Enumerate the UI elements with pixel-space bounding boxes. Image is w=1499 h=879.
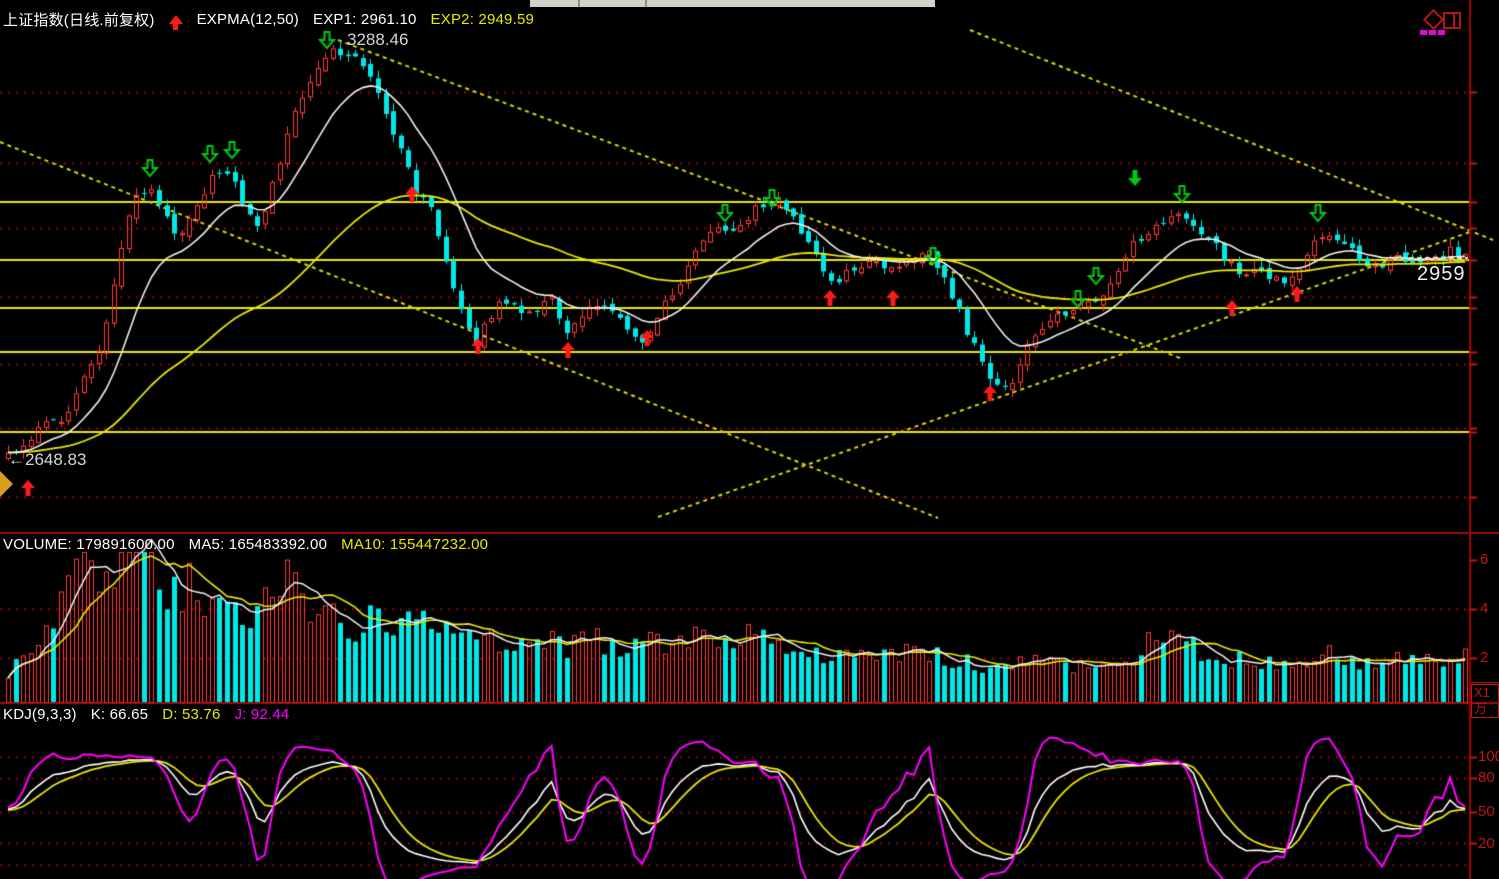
volume-axis-tick: 6 <box>1480 551 1488 568</box>
low-price-label: ←2648.83 <box>8 450 86 470</box>
exp1-value-label: EXP1: 2961.10 <box>313 11 417 28</box>
kdj-axis-tick: 100 <box>1478 748 1499 765</box>
price-legend: 上证指数(日线.前复权) EXPMA(12,50) EXP1: 2961.10 … <box>3 9 534 30</box>
magenta-dash-icon <box>1420 30 1427 35</box>
volume-ma5-label: MA5: 165483392.00 <box>189 536 328 553</box>
window-titlebar-fragment <box>530 0 935 7</box>
candlestick-chart-canvas[interactable] <box>0 0 1499 879</box>
magenta-dash-icon <box>1429 30 1436 35</box>
magenta-dash-icon <box>1438 30 1445 35</box>
kdj-axis-tick: 50 <box>1478 803 1495 820</box>
volume-value-label[interactable]: VOLUME: 179891600.00 <box>3 536 175 553</box>
exp2-value-label: EXP2: 2949.59 <box>431 11 535 28</box>
kdj-axis-tick: 20 <box>1478 835 1495 852</box>
volume-axis-tick: 2 <box>1480 649 1488 666</box>
titlebar-divider <box>578 0 580 7</box>
kdj-indicator-label[interactable]: KDJ(9,3,3) <box>3 706 77 723</box>
volume-axis-tick: 4 <box>1480 600 1488 617</box>
stock-chart-app: 上证指数(日线.前复权) EXPMA(12,50) EXP1: 2961.10 … <box>0 0 1499 879</box>
volume-legend: VOLUME: 179891600.00 MA5: 165483392.00 M… <box>3 536 488 553</box>
kdj-k-label: K: 66.65 <box>91 706 148 723</box>
kdj-j-label: J: 92.44 <box>235 706 290 723</box>
chart-title: 上证指数(日线.前复权) <box>3 9 155 30</box>
kdj-d-label: D: 53.76 <box>162 706 220 723</box>
titlebar-divider <box>645 0 647 7</box>
kdj-axis-tick: 80 <box>1478 769 1495 786</box>
kdj-legend: KDJ(9,3,3) K: 66.65 D: 53.76 J: 92.44 <box>3 706 289 723</box>
indicator-label[interactable]: EXPMA(12,50) <box>197 11 299 28</box>
window-icon-bar <box>1453 14 1455 27</box>
volume-axis-unit: X1万 <box>1471 684 1499 718</box>
last-price-label: 2959 <box>1417 263 1466 286</box>
corner-marker-icon <box>0 471 13 497</box>
volume-ma10-label: MA10: 155447232.00 <box>341 536 488 553</box>
buy-signal-arrow-icon <box>169 15 183 24</box>
window-icon[interactable] <box>1443 12 1461 29</box>
peak-price-label: 3288.46 <box>347 30 408 50</box>
